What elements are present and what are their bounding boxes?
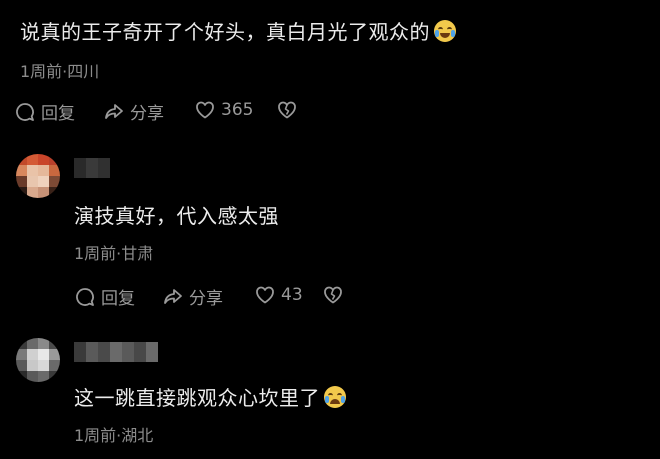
share-label: 分享: [189, 289, 223, 309]
broken-heart-icon: [278, 101, 296, 119]
comment-1-share-button[interactable]: 分享: [103, 99, 164, 124]
comment-2-like-button[interactable]: 43: [254, 284, 303, 306]
laughing-crying-emoji-icon: [434, 20, 456, 42]
comment-3-meta: 1周前·湖北: [74, 426, 154, 445]
username-blurred[interactable]: [74, 158, 110, 178]
comment-2-text: 演技真好，代入感太强: [74, 204, 279, 228]
comment-1-meta: 1周前·四川: [20, 62, 100, 81]
heart-icon: [196, 101, 214, 119]
comment-2-meta: 1周前·甘肃: [74, 244, 154, 263]
comment-2-share-button[interactable]: 分享: [162, 284, 223, 309]
like-count: 365: [221, 100, 254, 120]
reply-icon: [76, 287, 94, 306]
comment-2-dislike-button[interactable]: [322, 284, 344, 306]
broken-heart-icon: [324, 286, 342, 304]
comment-3-text: 这一跳直接跳观众心坎里了: [74, 382, 346, 411]
share-icon: [164, 288, 182, 304]
avatar[interactable]: [16, 154, 60, 198]
heart-icon: [256, 286, 274, 304]
reply-label: 回复: [101, 289, 135, 309]
comment-1-dislike-button[interactable]: [276, 99, 298, 121]
reply-label: 回复: [41, 104, 75, 124]
crying-emoji-icon: [324, 386, 346, 408]
share-label: 分享: [130, 104, 164, 124]
avatar[interactable]: [16, 338, 60, 382]
comment-2-reply-button[interactable]: 回复: [74, 284, 135, 309]
share-icon: [105, 103, 123, 119]
like-count: 43: [281, 285, 303, 305]
comment-1-text: 说真的王子奇开了个好头，真白月光了观众的: [20, 16, 456, 45]
comment-1-reply-button[interactable]: 回复: [14, 99, 75, 124]
username-blurred[interactable]: [74, 342, 158, 362]
reply-icon: [16, 102, 34, 121]
comment-1-like-button[interactable]: 365: [194, 99, 253, 121]
